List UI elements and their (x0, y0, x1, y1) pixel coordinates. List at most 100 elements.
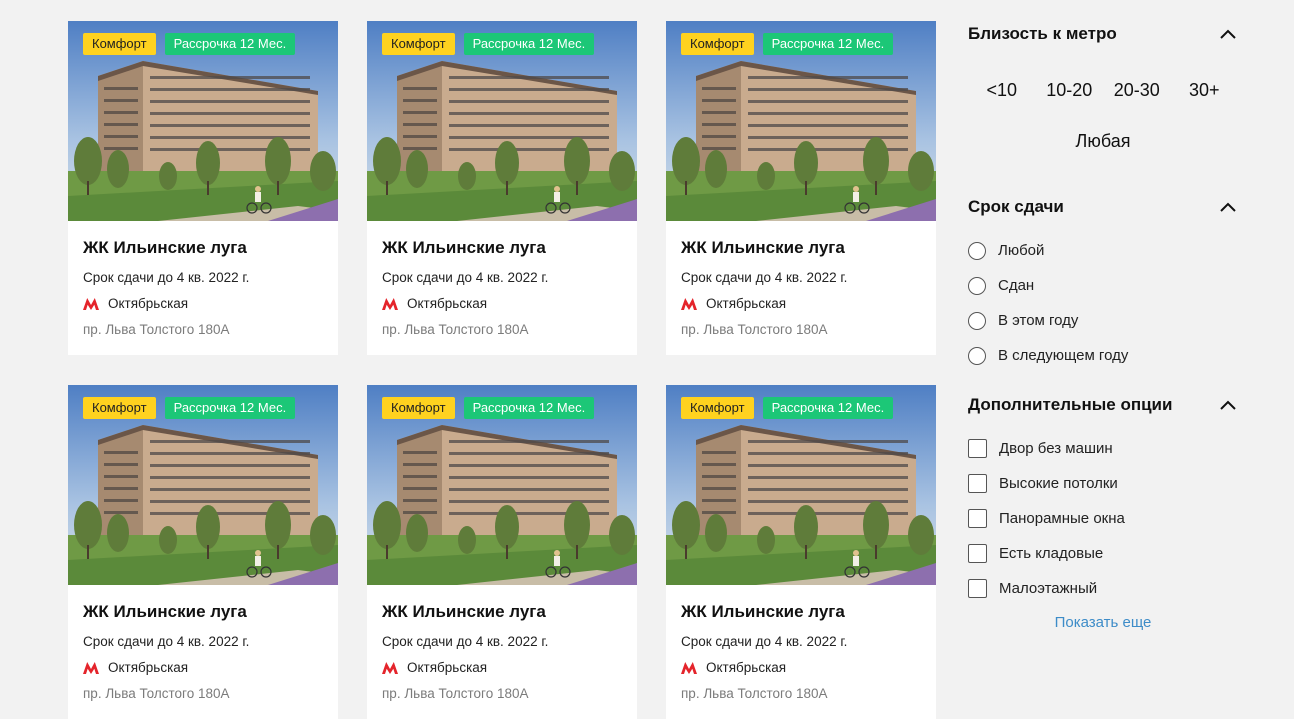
checkbox[interactable] (968, 509, 987, 528)
badges: Комфорт Рассрочка 12 Мес. (83, 33, 296, 55)
listing-card[interactable]: Комфорт Рассрочка 12 Мес. ЖК Ильинские л… (367, 21, 637, 355)
deadline-option-done[interactable]: Сдан (968, 268, 1128, 303)
metro-option-under-10[interactable]: <10 (968, 80, 1036, 101)
deadline-radio-list: Любой Сдан В этом году В следующем году (968, 233, 1128, 373)
metro-icon (681, 662, 697, 674)
card-deadline: Срок сдачи до 4 кв. 2022 г. (83, 270, 250, 285)
metro-station: Октябрьская (706, 660, 787, 675)
installment-badge: Рассрочка 12 Мес. (463, 33, 595, 55)
installment-badge: Рассрочка 12 Мес. (164, 33, 296, 55)
metro-distance-options: <10 10-20 20-30 30+ (968, 80, 1238, 101)
card-metro: Октябрьская (382, 296, 622, 312)
badges: Комфорт Рассрочка 12 Мес. (83, 397, 296, 419)
chevron-up-icon[interactable] (1220, 400, 1236, 410)
show-more-link[interactable]: Показать еще (968, 614, 1238, 631)
extra-filter-header[interactable]: Дополнительные опции (968, 395, 1238, 415)
listing-card[interactable]: Комфорт Рассрочка 12 Мес. ЖК Ильинские л… (68, 21, 338, 355)
card-metro: Октябрьская (681, 660, 921, 676)
card-title[interactable]: ЖК Ильинские луга (681, 602, 921, 622)
card-image[interactable]: Комфорт Рассрочка 12 Мес. (68, 385, 338, 585)
card-image[interactable]: Комфорт Рассрочка 12 Мес. (367, 21, 637, 221)
metro-icon (83, 662, 99, 674)
installment-badge: Рассрочка 12 Мес. (762, 397, 894, 419)
card-title[interactable]: ЖК Ильинские луга (83, 602, 323, 622)
installment-badge: Рассрочка 12 Мес. (463, 397, 595, 419)
extra-filter-title: Дополнительные опции (968, 395, 1173, 414)
radio-button[interactable] (968, 241, 986, 260)
card-address: пр. Льва Толстого 180А (382, 686, 529, 701)
metro-option-any[interactable]: Любая (968, 131, 1238, 152)
radio-label: Любой (998, 242, 1045, 259)
card-title[interactable]: ЖК Ильинские луга (83, 238, 323, 258)
listing-card[interactable]: Комфорт Рассрочка 12 Мес. ЖК Ильинские л… (68, 385, 338, 719)
metro-icon (382, 298, 398, 310)
metro-icon (681, 298, 697, 310)
metro-option-20-30[interactable]: 20-30 (1103, 80, 1171, 101)
class-badge: Комфорт (681, 397, 754, 419)
checkbox-label: Панорамные окна (999, 510, 1125, 527)
card-metro: Октябрьская (681, 296, 921, 312)
radio-button[interactable] (968, 346, 986, 365)
option-panoramic-windows[interactable]: Панорамные окна (968, 501, 1125, 536)
class-badge: Комфорт (83, 33, 156, 55)
metro-option-10-20[interactable]: 10-20 (1036, 80, 1104, 101)
option-storage-rooms[interactable]: Есть кладовые (968, 536, 1125, 571)
card-image[interactable]: Комфорт Рассрочка 12 Мес. (666, 21, 936, 221)
metro-station: Октябрьская (108, 660, 189, 675)
badges: Комфорт Рассрочка 12 Мес. (382, 33, 595, 55)
listing-grid: Комфорт Рассрочка 12 Мес. ЖК Ильинские л… (68, 21, 936, 719)
class-badge: Комфорт (681, 33, 754, 55)
option-high-ceilings[interactable]: Высокие потолки (968, 466, 1125, 501)
radio-label: В этом году (998, 312, 1079, 329)
chevron-up-icon[interactable] (1220, 202, 1236, 212)
deadline-option-any[interactable]: Любой (968, 233, 1128, 268)
card-image[interactable]: Комфорт Рассрочка 12 Мес. (68, 21, 338, 221)
card-address: пр. Льва Толстого 180А (83, 686, 230, 701)
checkbox[interactable] (968, 544, 987, 563)
radio-label: Сдан (998, 277, 1035, 294)
card-title[interactable]: ЖК Ильинские луга (382, 238, 622, 258)
card-deadline: Срок сдачи до 4 кв. 2022 г. (382, 634, 549, 649)
radio-button[interactable] (968, 276, 986, 295)
deadline-option-next-year[interactable]: В следующем году (968, 338, 1128, 373)
option-low-rise[interactable]: Малоэтажный (968, 571, 1125, 606)
radio-button[interactable] (968, 311, 986, 330)
card-address: пр. Льва Толстого 180А (681, 686, 828, 701)
card-body: ЖК Ильинские луга Срок сдачи до 4 кв. 20… (68, 221, 338, 338)
extra-checkbox-list: Двор без машин Высокие потолки Панорамны… (968, 431, 1125, 606)
checkbox-label: Высокие потолки (999, 475, 1118, 492)
card-body: ЖК Ильинские луга Срок сдачи до 4 кв. 20… (367, 221, 637, 338)
checkbox[interactable] (968, 474, 987, 493)
class-badge: Комфорт (382, 33, 455, 55)
checkbox-label: Двор без машин (999, 440, 1113, 457)
card-metro: Октябрьская (83, 660, 323, 676)
card-metro: Октябрьская (382, 660, 622, 676)
checkbox[interactable] (968, 579, 987, 598)
deadline-filter-title: Срок сдачи (968, 197, 1064, 216)
metro-filter-header[interactable]: Близость к метро (968, 24, 1238, 44)
card-address: пр. Льва Толстого 180А (382, 322, 529, 337)
card-address: пр. Льва Толстого 180А (83, 322, 230, 337)
badges: Комфорт Рассрочка 12 Мес. (681, 397, 894, 419)
card-deadline: Срок сдачи до 4 кв. 2022 г. (681, 270, 848, 285)
listing-card[interactable]: Комфорт Рассрочка 12 Мес. ЖК Ильинские л… (367, 385, 637, 719)
card-deadline: Срок сдачи до 4 кв. 2022 г. (382, 270, 549, 285)
card-image[interactable]: Комфорт Рассрочка 12 Мес. (367, 385, 637, 585)
card-metro: Октябрьская (83, 296, 323, 312)
badges: Комфорт Рассрочка 12 Мес. (382, 397, 595, 419)
option-no-cars-yard[interactable]: Двор без машин (968, 431, 1125, 466)
metro-icon (382, 662, 398, 674)
listing-card[interactable]: Комфорт Рассрочка 12 Мес. ЖК Ильинские л… (666, 21, 936, 355)
card-image[interactable]: Комфорт Рассрочка 12 Мес. (666, 385, 936, 585)
checkbox[interactable] (968, 439, 987, 458)
installment-badge: Рассрочка 12 Мес. (164, 397, 296, 419)
card-title[interactable]: ЖК Ильинские луга (681, 238, 921, 258)
chevron-up-icon[interactable] (1220, 29, 1236, 39)
card-title[interactable]: ЖК Ильинские луга (382, 602, 622, 622)
deadline-option-this-year[interactable]: В этом году (968, 303, 1128, 338)
deadline-filter-header[interactable]: Срок сдачи (968, 197, 1238, 217)
metro-option-30-plus[interactable]: 30+ (1171, 80, 1239, 101)
listing-card[interactable]: Комфорт Рассрочка 12 Мес. ЖК Ильинские л… (666, 385, 936, 719)
checkbox-label: Есть кладовые (999, 545, 1104, 562)
metro-station: Октябрьская (108, 296, 189, 311)
